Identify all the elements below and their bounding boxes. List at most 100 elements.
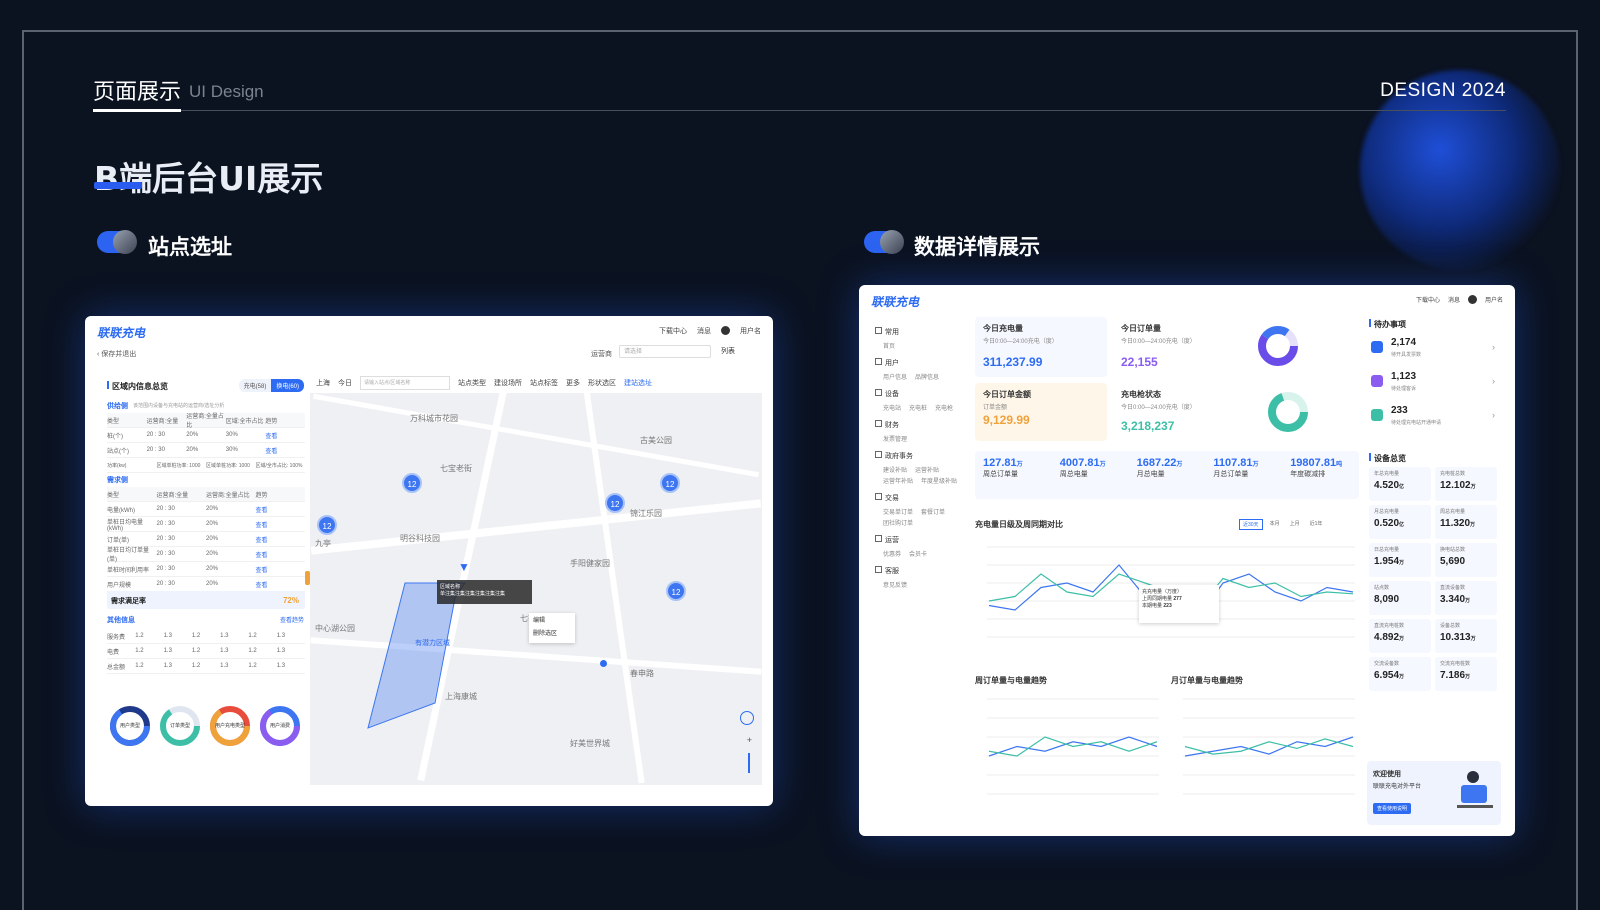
- sidebar-subitem[interactable]: 年度星级补贴: [921, 476, 957, 485]
- sidebar-subitem[interactable]: 发票管理: [883, 434, 907, 443]
- map-view[interactable]: 上海 今日 请输入站点/区域名称 站点类型 建设场所 站点标签 更多 形状选区 …: [310, 373, 762, 785]
- welcome-button[interactable]: 查看使用说明: [1373, 803, 1412, 814]
- locate-icon[interactable]: [740, 711, 754, 725]
- satisfy-bar: 需求满足率 72%: [107, 591, 305, 609]
- tab-year[interactable]: 近1年: [1307, 519, 1326, 530]
- kpi-summary-label: 周总订单量: [983, 471, 1018, 478]
- sidebar-item[interactable]: 运营: [875, 533, 965, 549]
- list-button[interactable]: 列表: [721, 345, 755, 358]
- region-polygon-svg[interactable]: [310, 373, 762, 785]
- device-stat: 交流充电桩数 7.186万: [1435, 657, 1497, 691]
- tab-30days[interactable]: 近30天: [1239, 519, 1263, 530]
- view-link[interactable]: 查看: [256, 535, 306, 544]
- view-link[interactable]: 查看: [256, 505, 306, 514]
- message-link[interactable]: 消息: [697, 326, 711, 336]
- todo-item[interactable]: 2,174 待开具发票数 ›: [1369, 333, 1499, 367]
- sidebar-item-label: 交易: [885, 495, 899, 502]
- sidebar-item[interactable]: 设备: [875, 387, 965, 403]
- todo-item[interactable]: 1,123 待处理客诉 ›: [1369, 367, 1499, 401]
- sidebar-subitem[interactable]: 充电枪: [935, 403, 953, 412]
- avatar[interactable]: [1467, 295, 1477, 304]
- section-toggle-left[interactable]: [97, 230, 137, 254]
- cell: 20%: [206, 551, 219, 557]
- cluster-marker[interactable]: 12: [666, 581, 686, 601]
- back-link[interactable]: ‹ 保存并退出: [97, 349, 136, 359]
- sidebar-subitem[interactable]: 运营年补贴: [883, 476, 913, 485]
- sidebar-subitem[interactable]: 充电桩: [909, 403, 927, 412]
- cluster-marker[interactable]: 12: [605, 493, 625, 513]
- sidebar-subitem[interactable]: 运营补贴: [915, 465, 939, 474]
- sidebar-subitem[interactable]: 团社购订单: [883, 518, 913, 527]
- download-center-link[interactable]: 下载中心: [1416, 295, 1440, 304]
- sidebar-subitem[interactable]: 充电站: [883, 403, 901, 412]
- kpi-value: 22,155: [1121, 355, 1158, 369]
- sidebar-item[interactable]: 政府事务: [875, 449, 965, 465]
- sidebar-group: 政府事务 建设补贴 运营补贴 运营年补贴 年度星级补贴: [875, 449, 965, 485]
- view-link[interactable]: 查看: [256, 565, 306, 574]
- station-pin-icon[interactable]: [600, 660, 607, 667]
- sidebar-subitem[interactable]: 套餐订单: [921, 507, 945, 516]
- menu-edit[interactable]: 编辑: [533, 615, 571, 628]
- cell: 1.3: [220, 663, 229, 669]
- view-link[interactable]: 查看: [265, 446, 305, 455]
- context-menu: 编辑 删除选区: [529, 613, 575, 643]
- sidebar-subitem[interactable]: 交易单订单: [883, 507, 913, 516]
- sidebar-subitem[interactable]: 优惠券: [883, 549, 901, 558]
- sidebar-item[interactable]: 财务: [875, 418, 965, 434]
- view-link[interactable]: 查看: [256, 550, 306, 559]
- title-marker: [107, 381, 109, 389]
- operator-select[interactable]: 请选择: [619, 345, 711, 358]
- avatar[interactable]: [721, 326, 730, 335]
- trend-link[interactable]: 查看趋势: [280, 615, 304, 624]
- device-stat: 换电站总数 5,690: [1435, 543, 1497, 577]
- device-unit: 万: [1465, 674, 1471, 680]
- sidebar-item-label: 运营: [885, 537, 899, 544]
- sidebar-item[interactable]: 客服: [875, 564, 965, 580]
- tab-charge[interactable]: 充电(58): [238, 379, 272, 392]
- kpi-desc: 今日0:00—24:00充电（度）: [983, 339, 1058, 345]
- sidebar-subitem[interactable]: 首页: [883, 341, 895, 350]
- col-header: 趋势: [265, 418, 278, 425]
- device-label: 直流设备数: [1440, 585, 1466, 591]
- panel-collapse-handle[interactable]: [305, 571, 310, 585]
- zoom-in-icon[interactable]: +: [747, 735, 752, 745]
- sidebar-subitem[interactable]: 品牌信息: [915, 372, 939, 381]
- tab-this-month[interactable]: 本月: [1267, 519, 1283, 530]
- device-label: 交流设备数: [1374, 661, 1400, 667]
- download-center-link[interactable]: 下载中心: [659, 326, 687, 336]
- device-number: 7.186: [1440, 670, 1466, 681]
- sidebar-item[interactable]: 常用: [875, 325, 965, 341]
- sidebar: 常用 首页 用户 用户信息 品牌信息 设备 充电站 充电桩 充电枪 财务 发票管理 政府事务 建设补贴运…: [875, 325, 965, 595]
- cluster-marker[interactable]: 12: [660, 473, 680, 493]
- zoom-slider[interactable]: [748, 753, 750, 773]
- cluster-marker[interactable]: 12: [317, 515, 337, 535]
- tab-swap[interactable]: 换电(60): [271, 379, 304, 392]
- logo: 联联充电: [97, 326, 146, 340]
- sidebar-subitem[interactable]: 意见反馈: [883, 580, 907, 589]
- sidebar-subitem[interactable]: 用户信息: [883, 372, 907, 381]
- header-divider: [93, 110, 1506, 111]
- todo-item[interactable]: 233 待处理充电站开通申请 ›: [1369, 401, 1499, 435]
- sidebar-item[interactable]: 交易: [875, 491, 965, 507]
- cluster-marker[interactable]: 12: [402, 473, 422, 493]
- view-link[interactable]: 查看: [265, 431, 305, 440]
- username[interactable]: 用户名: [1485, 295, 1503, 304]
- section-toggle-right[interactable]: [864, 230, 904, 254]
- todo-label: 待处理充电站开通申请: [1391, 420, 1442, 426]
- region-label: 有潜力区域: [415, 640, 450, 647]
- chart-title-monthly: 月订单量与电量趋势: [1171, 676, 1243, 685]
- cell: 20 : 30: [156, 551, 175, 557]
- view-link[interactable]: 查看: [256, 580, 306, 589]
- sidebar-subitem[interactable]: 建设补贴: [883, 465, 907, 474]
- view-link[interactable]: 查看: [256, 520, 306, 529]
- menu-delete[interactable]: 删除选区: [533, 628, 571, 641]
- kpi-summary-number: 1687.22: [1136, 457, 1177, 469]
- tab-last-month[interactable]: 上月: [1287, 519, 1303, 530]
- sidebar-item[interactable]: 用户: [875, 356, 965, 372]
- message-link[interactable]: 消息: [1448, 295, 1460, 304]
- cell: 1.3: [276, 648, 286, 654]
- device-stat: 日总充电量 1.954万: [1369, 543, 1431, 577]
- username[interactable]: 用户名: [740, 326, 761, 336]
- sidebar-item-label: 用户: [885, 360, 899, 367]
- sidebar-subitem[interactable]: 会员卡: [909, 549, 927, 558]
